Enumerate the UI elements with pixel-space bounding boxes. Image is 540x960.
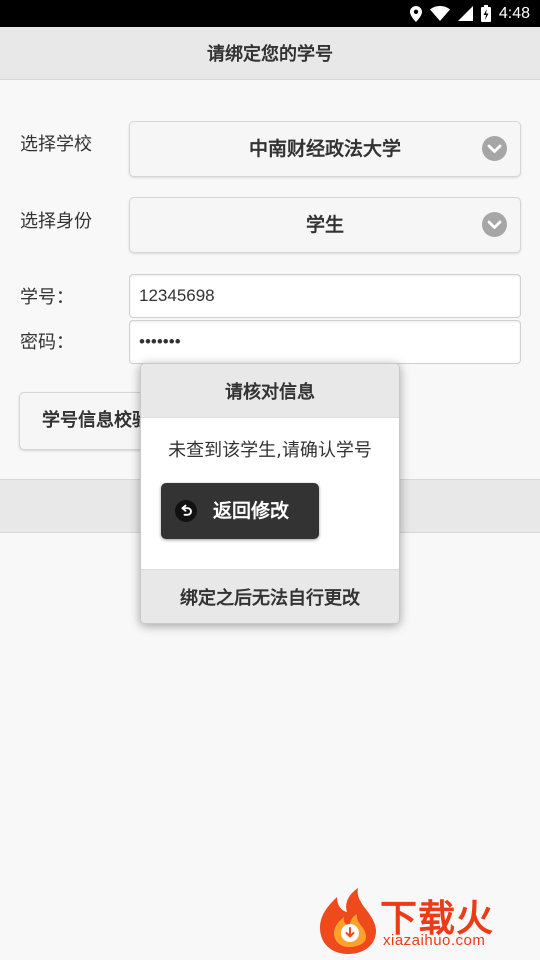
status-bar: 4:48 xyxy=(0,0,540,27)
status-time: 4:48 xyxy=(498,4,530,22)
verify-button[interactable]: 学号信息校验 xyxy=(19,392,159,450)
dialog-footer: 绑定之后无法自行更改 xyxy=(141,569,399,623)
school-label: 选择学校 xyxy=(20,134,92,155)
status-icons: 4:48 xyxy=(409,0,530,27)
dialog-title: 请核对信息 xyxy=(141,364,399,418)
identity-select[interactable]: 学生 xyxy=(129,197,521,253)
location-icon xyxy=(409,5,422,22)
password-input[interactable]: ••••••• xyxy=(129,320,521,364)
back-to-edit-button[interactable]: 返回修改 xyxy=(161,483,319,539)
school-select-value: 中南财经政法大学 xyxy=(248,138,401,160)
password-label: 密码： xyxy=(20,332,74,353)
chevron-down-icon xyxy=(482,136,507,161)
dialog-message: 未查到该学生,请确认学号 xyxy=(168,440,372,461)
watermark-logo: 下载火 xiazaihuo.com xyxy=(317,888,532,956)
identity-select-value: 学生 xyxy=(305,214,344,236)
back-button-label: 返回修改 xyxy=(213,500,290,522)
watermark-url: xiazaihuo.com xyxy=(383,932,486,949)
wifi-icon xyxy=(429,6,450,21)
student-id-input[interactable]: 12345698 xyxy=(129,274,521,318)
confirm-dialog: 请核对信息 未查到该学生,请确认学号 返回修改 绑定之后无法自行更改 xyxy=(140,363,400,624)
signal-icon xyxy=(457,6,473,21)
page-title: 请绑定您的学号 xyxy=(0,27,540,80)
student-id-label: 学号： xyxy=(20,287,74,308)
school-select[interactable]: 中南财经政法大学 xyxy=(129,121,521,177)
identity-label: 选择身份 xyxy=(20,211,92,232)
undo-icon xyxy=(175,500,197,522)
battery-icon xyxy=(480,5,491,22)
flame-logo-icon xyxy=(320,888,376,954)
chevron-down-icon xyxy=(482,212,507,237)
screen: 4:48 请绑定您的学号 选择学校 中南财经政法大学 选择身份 学生 学号： 1… xyxy=(0,0,540,960)
